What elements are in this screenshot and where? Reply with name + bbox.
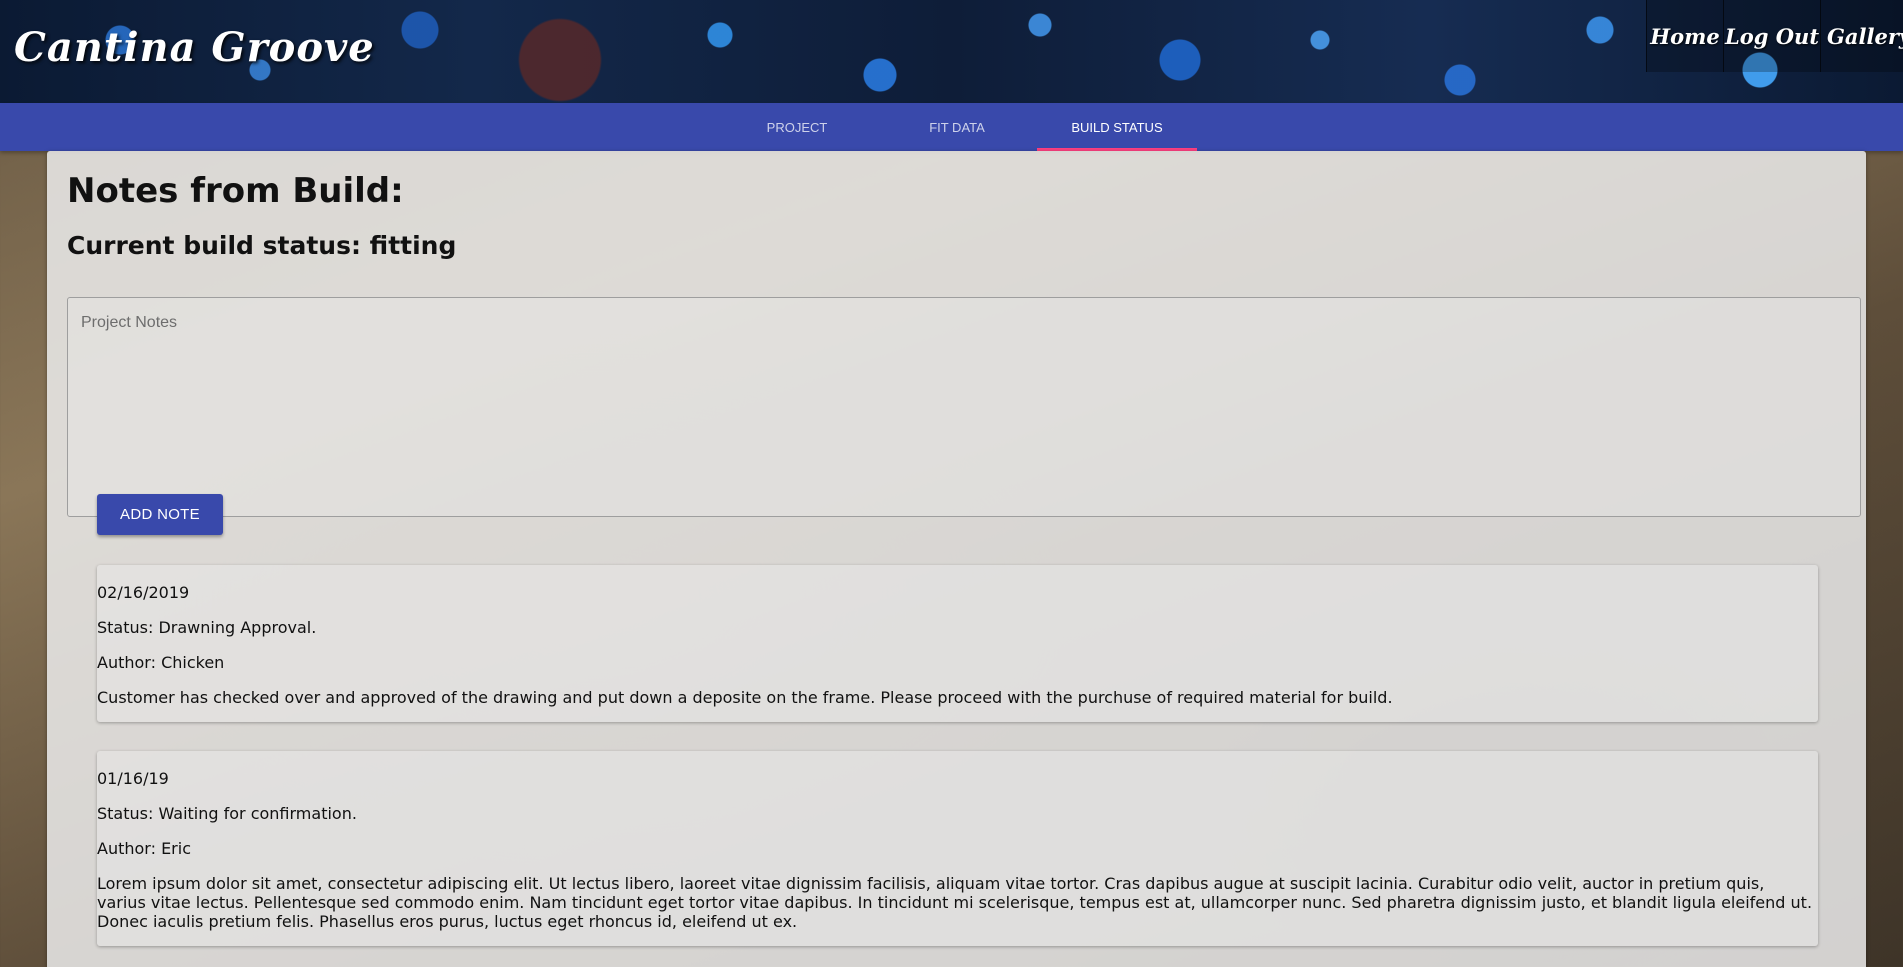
top-nav: Home Log Out Gallery (1646, 0, 1903, 72)
add-note-button[interactable]: ADD NOTE (97, 494, 223, 535)
note-body: Customer has checked over and approved o… (97, 688, 1393, 707)
page-title: Notes from Build: (67, 171, 404, 211)
tab-fit-data[interactable]: FIT DATA (877, 103, 1037, 151)
note-body: Lorem ipsum dolor sit amet, consectetur … (97, 874, 1813, 931)
note-status: Status: Waiting for confirmation. (97, 804, 357, 823)
header-banner: Cantina Groove Home Log Out Gallery (0, 0, 1903, 103)
tab-bar: PROJECT FIT DATA BUILD STATUS (0, 103, 1903, 151)
note-author: Author: Chicken (97, 653, 225, 672)
tab-project[interactable]: PROJECT (717, 103, 877, 151)
note-date: 02/16/2019 (97, 583, 190, 602)
project-notes-input[interactable] (67, 297, 1861, 517)
note-author: Author: Eric (97, 839, 191, 858)
build-notes-panel: Notes from Build: Current build status: … (47, 151, 1866, 967)
tab-build-status[interactable]: BUILD STATUS (1037, 103, 1197, 151)
build-status-heading: Current build status: fitting (67, 231, 457, 260)
note-card: 02/16/2019 Status: Drawning Approval. Au… (97, 565, 1818, 722)
note-card: 01/16/19 Status: Waiting for confirmatio… (97, 751, 1818, 946)
nav-gallery-link[interactable]: Gallery (1820, 0, 1903, 72)
note-status: Status: Drawning Approval. (97, 618, 317, 637)
site-logo[interactable]: Cantina Groove (14, 24, 375, 71)
nav-home-link[interactable]: Home (1646, 0, 1723, 72)
nav-logout-link[interactable]: Log Out (1723, 0, 1820, 72)
note-date: 01/16/19 (97, 769, 169, 788)
